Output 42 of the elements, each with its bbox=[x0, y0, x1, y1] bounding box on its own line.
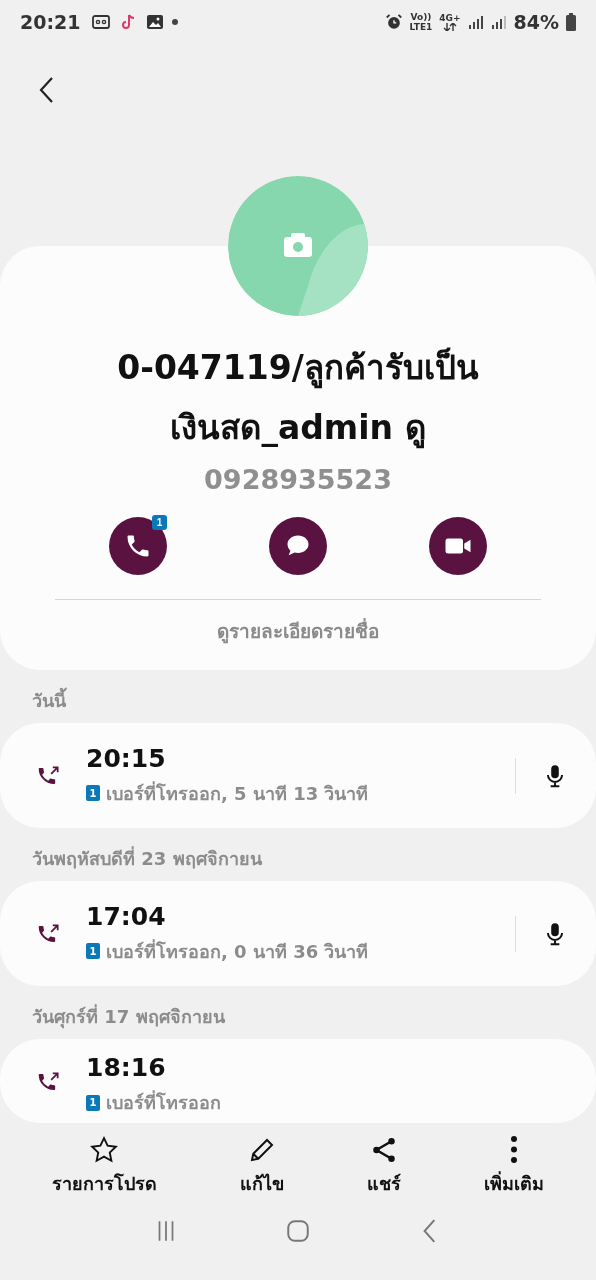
image-icon bbox=[145, 12, 166, 32]
call-log-item[interactable]: 17:04 1 เบอร์ที่โทรออก, 0 นาที 36 วินาที bbox=[0, 881, 596, 986]
video-call-button[interactable] bbox=[429, 517, 487, 575]
star-action[interactable]: รายการโปรด bbox=[43, 1131, 165, 1202]
contact-name: 0-047119/ลูกค้ารับเป็นเงินสด_admin ดู bbox=[116, 346, 480, 451]
date-header: วันศุกร์ที่ 17 พฤศจิกายน bbox=[31, 1003, 226, 1031]
date-header: วันพฤหัสบดีที่ 23 พฤศจิกายน bbox=[31, 845, 263, 871]
edit-action[interactable]: แก้ไข bbox=[231, 1131, 292, 1202]
message-button[interactable] bbox=[269, 517, 327, 575]
sim-badge: 1 bbox=[86, 1094, 100, 1111]
call-button[interactable]: 1 bbox=[109, 517, 167, 575]
more-action[interactable]: เพิ่มเติม bbox=[476, 1131, 553, 1202]
cassette-icon bbox=[91, 12, 112, 32]
call-detail: เบอร์ที่โทรออก bbox=[106, 1089, 221, 1115]
call-detail: เบอร์ที่โทรออก, 0 นาที 36 วินาที bbox=[106, 938, 369, 964]
signal-icon bbox=[490, 14, 507, 30]
notification-dot-icon bbox=[172, 19, 179, 25]
battery-icon bbox=[566, 13, 576, 31]
volte-label: Vo)) bbox=[410, 12, 432, 22]
back-icon[interactable] bbox=[38, 76, 54, 104]
date-header: วันนี้ bbox=[0, 670, 596, 723]
alarm-icon bbox=[384, 13, 403, 31]
phone-number: 0928935523 bbox=[204, 464, 392, 495]
call-time: 17:04 bbox=[86, 901, 167, 931]
network-label: 4G+ bbox=[439, 13, 461, 23]
call-time: 20:15 bbox=[86, 743, 167, 773]
sim-badge: 1 bbox=[86, 943, 100, 959]
call-log-item[interactable]: 20:15 1 เบอร์ที่โทรออก, 5 นาที 13 วินาที bbox=[0, 723, 596, 828]
more-icon bbox=[511, 1136, 518, 1163]
share-action[interactable]: แชร์ bbox=[359, 1131, 410, 1202]
lte-label: LTE1 bbox=[409, 22, 433, 32]
home-icon[interactable] bbox=[285, 1218, 311, 1244]
call-log-item[interactable]: 18:16 1 เบอร์ที่โทรออก bbox=[0, 1039, 596, 1123]
signal-icon bbox=[467, 14, 484, 30]
sim-badge: 1 bbox=[86, 785, 100, 801]
status-time: 20:21 bbox=[20, 11, 81, 33]
call-time: 18:16 bbox=[86, 1053, 167, 1082]
sim-badge: 1 bbox=[152, 515, 167, 530]
star-icon bbox=[89, 1135, 120, 1165]
data-arrows-icon bbox=[442, 23, 457, 31]
battery-percent: 84% bbox=[513, 11, 559, 33]
call-detail: เบอร์ที่โทรออก, 5 นาที 13 วินาที bbox=[106, 780, 369, 806]
